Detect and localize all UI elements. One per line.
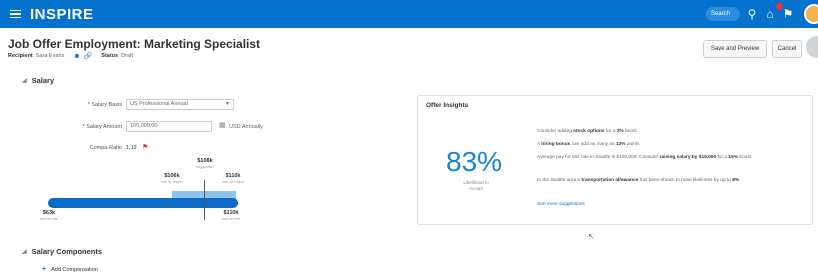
page-title: Job Offer Employment: Marketing Speciali… bbox=[8, 37, 261, 51]
insight-tip: In the Seattle area a transportation all… bbox=[537, 178, 740, 183]
likelihood-label: Likelihood to Accept bbox=[463, 180, 489, 191]
salary-unit: USD Annually bbox=[229, 124, 263, 130]
brand-logo: INSPIRE bbox=[30, 5, 94, 23]
insight-tip: Average pay for this role in Seattle is … bbox=[537, 155, 752, 160]
role-range-bar bbox=[48, 198, 238, 208]
add-compensation-label: Add Compensation bbox=[51, 266, 98, 273]
collapse-icon[interactable]: ◢ bbox=[22, 77, 27, 84]
salary-components-title: Salary Components bbox=[31, 247, 103, 256]
insight-tip: A hiring bonus can add as many as 12% po… bbox=[537, 142, 640, 147]
avatar[interactable] bbox=[804, 4, 818, 24]
chevron-down-icon: ▼ bbox=[225, 101, 230, 107]
region-max-value: $110k bbox=[225, 173, 241, 179]
salary-amount-input[interactable]: 105,000.00 bbox=[126, 121, 212, 132]
salary-components-header[interactable]: ◢ Salary Components bbox=[22, 247, 102, 256]
menu-icon[interactable] bbox=[0, 0, 30, 28]
likelihood-percent: 83% bbox=[446, 146, 503, 177]
salary-section-title: Salary bbox=[31, 76, 55, 85]
status-badge: Draft bbox=[121, 53, 134, 59]
salary-basis-label: * Salary Basis bbox=[87, 102, 122, 108]
plus-icon: + bbox=[42, 266, 47, 273]
cancel-button[interactable]: Cancel bbox=[772, 40, 802, 58]
salary-section-header[interactable]: ◢ Salary bbox=[22, 76, 54, 85]
save-preview-button[interactable]: Save and Preview bbox=[703, 40, 767, 58]
flag-icon: ⚑ bbox=[142, 144, 149, 151]
region-max-caption: max for region bbox=[221, 180, 245, 184]
add-compensation-button[interactable]: + Add Compensation bbox=[42, 266, 98, 273]
search-icon[interactable]: ⚲ bbox=[744, 6, 760, 22]
suggestion-caption: suggestion bbox=[196, 165, 214, 169]
offer-insights-card: Offer Insights 83% Likelihood to Accept … bbox=[417, 95, 813, 225]
region-min-value: $106k bbox=[164, 173, 180, 179]
compa-ratio-value: 1.12 bbox=[126, 145, 137, 151]
user-icon[interactable]: ☻ bbox=[73, 53, 80, 60]
salary-amount-label: * Salary Amount bbox=[82, 124, 122, 130]
collapse-icon[interactable]: ◢ bbox=[22, 248, 27, 255]
recipient-value: Sara Evans bbox=[35, 53, 65, 59]
recipient-label: Recipient bbox=[8, 53, 33, 59]
salary-basis-select[interactable]: US Professional Annual ▼ bbox=[126, 99, 234, 110]
header-meta: Recipient Sara Evans ☻ 🔗 Status Draft bbox=[8, 52, 134, 61]
link-icon[interactable]: 🔗 bbox=[84, 52, 93, 60]
calculator-icon[interactable]: ▦ bbox=[219, 121, 226, 129]
search-input[interactable]: Search bbox=[706, 7, 740, 21]
top-bar: INSPIRE bbox=[0, 0, 818, 28]
side-panel-toggle[interactable] bbox=[806, 36, 818, 58]
insight-tip: Consider adding stock options for a 2% b… bbox=[537, 129, 637, 134]
role-min-caption: min for role bbox=[40, 217, 58, 221]
status-label: Status bbox=[101, 53, 119, 59]
suggestion-value: $108k bbox=[197, 158, 213, 164]
region-min-caption: min by region bbox=[161, 180, 183, 184]
mouse-cursor-icon: ↖ bbox=[588, 232, 595, 241]
see-more-link[interactable]: See more suggestions bbox=[537, 202, 585, 207]
notification-badge bbox=[776, 3, 783, 10]
compa-ratio-label: Compa-Ratio bbox=[89, 145, 122, 151]
insights-title: Offer Insights bbox=[426, 102, 469, 109]
role-max-value: $110k bbox=[223, 210, 239, 216]
role-max-caption: max for role bbox=[221, 217, 241, 221]
suggestion-marker bbox=[204, 180, 205, 220]
role-min-value: $63k bbox=[42, 210, 56, 216]
